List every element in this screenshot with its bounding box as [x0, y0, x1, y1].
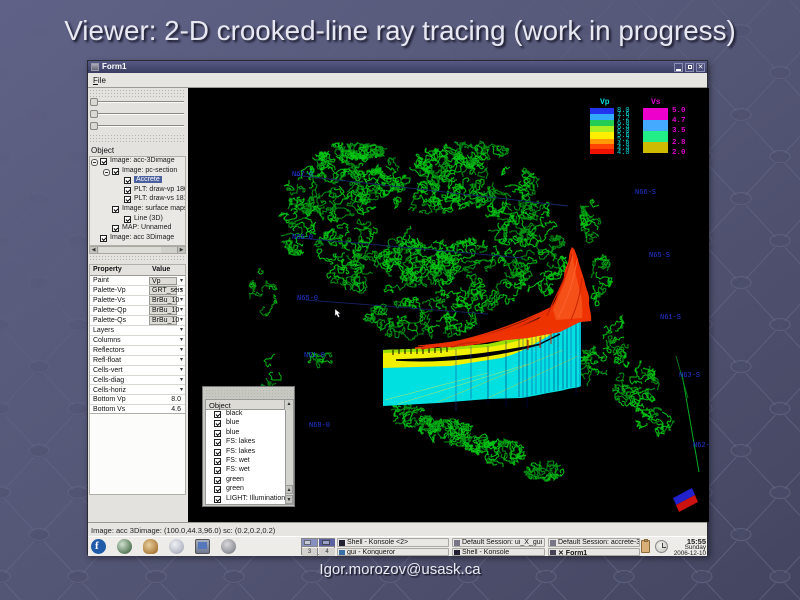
svg-text:N66-S: N66-S	[635, 189, 656, 197]
svg-text:N67-0: N67-0	[292, 171, 313, 179]
svg-text:N66-0: N66-0	[292, 234, 313, 242]
svg-text:5.0: 5.0	[672, 107, 686, 115]
svg-text:N63-S: N63-S	[679, 372, 700, 380]
svg-text:N65-S: N65-S	[649, 252, 670, 260]
svg-text:N62-: N62-	[693, 442, 709, 450]
svg-text:Vp: Vp	[600, 98, 610, 107]
svg-text:N68-0: N68-0	[309, 422, 330, 430]
svg-text:4.7: 4.7	[672, 117, 686, 125]
svg-text:4.0: 4.0	[617, 149, 630, 157]
svg-text:2.8: 2.8	[672, 139, 686, 147]
svg-text:Vs: Vs	[651, 98, 661, 107]
svg-text:N61-S: N61-S	[660, 314, 681, 322]
svg-text:2.0: 2.0	[672, 149, 686, 157]
svg-text:N65-0: N65-0	[297, 295, 318, 303]
svg-text:N61-0: N61-0	[304, 352, 325, 360]
svg-text:3.5: 3.5	[672, 127, 686, 135]
